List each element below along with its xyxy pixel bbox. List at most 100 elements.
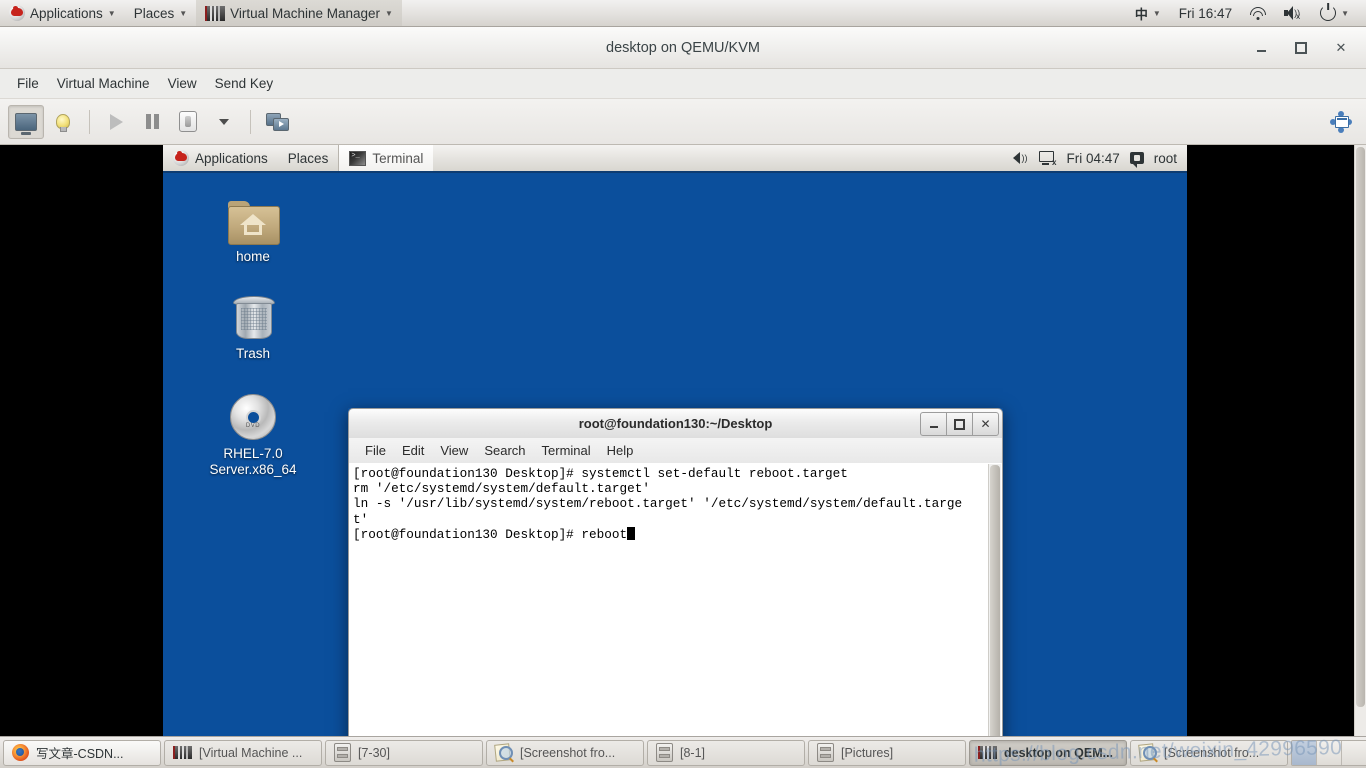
toolbar-snapshots-button[interactable] bbox=[260, 106, 294, 138]
terminal-prompt: [root@foundation130 Desktop]# bbox=[353, 526, 582, 542]
toolbar-shutdown-button[interactable] bbox=[171, 106, 205, 138]
terminal-maximize-button[interactable] bbox=[946, 412, 973, 436]
taskbar-item-desktop-on-qemu[interactable]: desktop on QEM... bbox=[969, 739, 1127, 766]
host-clock[interactable]: Fri 16:47 bbox=[1170, 0, 1241, 26]
vm-console-viewport[interactable]: Applications Places >_ Terminal )) x Fri… bbox=[0, 145, 1366, 736]
chevron-down-icon: ▼ bbox=[107, 9, 116, 18]
terminal-menu-help[interactable]: Help bbox=[599, 441, 642, 460]
workspace-cell-1[interactable] bbox=[1292, 740, 1317, 765]
play-icon bbox=[109, 113, 123, 130]
terminal-scrollbar-thumb[interactable] bbox=[990, 465, 1000, 736]
file-manager-icon bbox=[817, 743, 834, 762]
taskbar-item-label: [Pictures] bbox=[841, 745, 894, 760]
toolbar-separator bbox=[250, 109, 251, 134]
host-applications-menu[interactable]: Applications ▼ bbox=[0, 0, 125, 26]
terminal-window-title: root@foundation130:~/Desktop bbox=[578, 416, 773, 431]
vmm-menubar: File Virtual Machine View Send Key bbox=[0, 69, 1366, 99]
terminal-text: [root@foundation130 Desktop]# systemctl … bbox=[353, 466, 986, 542]
terminal-titlebar[interactable]: root@foundation130:~/Desktop ✕ bbox=[348, 408, 1003, 438]
workspace-cell-3[interactable] bbox=[1342, 741, 1366, 765]
taskbar-item-7-30[interactable]: [7-30] bbox=[325, 739, 483, 766]
terminal-line: rm '/etc/systemd/system/default.target' bbox=[353, 481, 650, 497]
chevron-down-icon: ▼ bbox=[179, 9, 188, 18]
workspace-cell-2[interactable] bbox=[1317, 740, 1342, 765]
terminal-menu-search[interactable]: Search bbox=[476, 441, 533, 460]
fullscreen-icon[interactable] bbox=[1330, 110, 1352, 133]
menu-file[interactable]: File bbox=[8, 73, 48, 94]
vmm-maximize-button[interactable] bbox=[1292, 39, 1310, 57]
screen-root: Applications ▼ Places ▼ Virtual Machine … bbox=[0, 0, 1366, 768]
terminal-close-button[interactable]: ✕ bbox=[972, 412, 999, 436]
power-switch-icon bbox=[179, 111, 197, 132]
network-indicator[interactable] bbox=[1241, 0, 1275, 26]
terminal-line: [root@foundation130 Desktop]# systemctl … bbox=[353, 466, 848, 481]
guest-applications-menu[interactable]: Applications bbox=[163, 145, 278, 171]
taskbar-item-label: [7-30] bbox=[358, 745, 390, 760]
terminal-menu-view[interactable]: View bbox=[432, 441, 476, 460]
host-clock-label: Fri 16:47 bbox=[1178, 5, 1233, 21]
volume-indicator[interactable]: )) x bbox=[1275, 0, 1311, 26]
host-active-app-menu[interactable]: Virtual Machine Manager ▼ bbox=[196, 0, 402, 26]
menu-virtual-machine[interactable]: Virtual Machine bbox=[48, 73, 159, 94]
terminal-menubar: File Edit View Search Terminal Help bbox=[348, 438, 1003, 463]
taskbar-item-screenshot-1[interactable]: [Screenshot fro... bbox=[486, 739, 644, 766]
terminal-menu-edit[interactable]: Edit bbox=[394, 441, 432, 460]
vm-viewport-scrollbar-thumb[interactable] bbox=[1356, 147, 1365, 707]
gnome-terminal-window: root@foundation130:~/Desktop ✕ File Edit… bbox=[348, 408, 1003, 736]
lightbulb-icon bbox=[56, 114, 70, 132]
red-hat-logo-icon bbox=[9, 5, 25, 21]
guest-window-list-terminal[interactable]: >_ Terminal bbox=[338, 145, 434, 171]
terminal-menu-file[interactable]: File bbox=[357, 441, 394, 460]
toolbar-pause-button[interactable] bbox=[135, 106, 169, 138]
trash-icon bbox=[188, 290, 318, 340]
virt-manager-window: desktop on QEMU/KVM ✕ File Virtual Machi… bbox=[0, 27, 1366, 736]
taskbar-item-screenshot-2[interactable]: [Screenshot fro... bbox=[1130, 739, 1288, 766]
toolbar-run-button[interactable] bbox=[99, 106, 133, 138]
terminal-minimize-button[interactable] bbox=[920, 412, 947, 436]
guest-user-label[interactable]: root bbox=[1154, 151, 1177, 166]
vmm-icon bbox=[978, 746, 997, 759]
input-method-indicator[interactable]: 中 ▼ bbox=[1126, 0, 1170, 26]
chevron-down-icon: ▼ bbox=[1152, 9, 1161, 18]
desktop-icon-rhel-dvd[interactable]: DVD RHEL-7.0 Server.x86_64 bbox=[188, 390, 318, 478]
system-menu[interactable]: ▼ bbox=[1311, 0, 1358, 26]
desktop-icon-trash[interactable]: Trash bbox=[188, 290, 318, 362]
taskbar-item-label: [Virtual Machine ... bbox=[199, 745, 303, 760]
host-places-menu[interactable]: Places ▼ bbox=[125, 0, 196, 26]
guest-clock[interactable]: Fri 04:47 bbox=[1066, 151, 1119, 166]
menu-view[interactable]: View bbox=[159, 73, 206, 94]
host-top-panel: Applications ▼ Places ▼ Virtual Machine … bbox=[0, 0, 1366, 27]
workspace-grid[interactable] bbox=[1291, 739, 1366, 766]
terminal-output-area[interactable]: [root@foundation130 Desktop]# systemctl … bbox=[348, 463, 1003, 736]
guest-places-menu[interactable]: Places bbox=[278, 145, 339, 171]
taskbar-item-8-1[interactable]: [8-1] bbox=[647, 739, 805, 766]
volume-icon[interactable]: )) bbox=[1013, 151, 1029, 165]
chevron-down-icon: ▼ bbox=[385, 9, 393, 18]
menu-send-key[interactable]: Send Key bbox=[206, 73, 283, 94]
vmm-minimize-button[interactable] bbox=[1252, 39, 1270, 57]
desktop-icon-label: RHEL-7.0 Server.x86_64 bbox=[209, 446, 297, 477]
workspace-switcher[interactable] bbox=[1291, 739, 1366, 766]
vmm-close-button[interactable]: ✕ bbox=[1332, 39, 1350, 57]
taskbar-item-pictures[interactable]: [Pictures] bbox=[808, 739, 966, 766]
toolbar-show-console-button[interactable] bbox=[8, 104, 44, 139]
vmm-window-title: desktop on QEMU/KVM bbox=[606, 39, 760, 56]
terminal-menu-terminal[interactable]: Terminal bbox=[534, 441, 599, 460]
vm-viewport-scrollbar[interactable] bbox=[1354, 145, 1366, 736]
vmm-titlebar: desktop on QEMU/KVM ✕ bbox=[0, 27, 1366, 69]
taskbar-item-firefox[interactable]: 写文章-CSDN... bbox=[3, 739, 161, 766]
toolbar-shutdown-menu-button[interactable] bbox=[207, 106, 241, 138]
terminal-scrollbar[interactable] bbox=[988, 464, 1001, 736]
desktop-icon-label: home bbox=[236, 249, 270, 264]
chevron-down-icon: ▼ bbox=[1341, 9, 1349, 18]
screenshot-icon bbox=[1138, 743, 1157, 762]
taskbar-item-virtual-machine-manager[interactable]: [Virtual Machine ... bbox=[164, 739, 322, 766]
toolbar-show-details-button[interactable] bbox=[46, 106, 80, 138]
network-disconnected-icon[interactable]: x bbox=[1039, 151, 1056, 167]
terminal-cursor bbox=[627, 526, 636, 540]
desktop-icon-home[interactable]: home bbox=[188, 193, 318, 265]
pause-icon bbox=[145, 114, 159, 129]
taskbar-item-label: [Screenshot fro... bbox=[1164, 745, 1260, 760]
home-folder-icon bbox=[188, 193, 318, 245]
host-taskbar: 写文章-CSDN... [Virtual Machine ... [7-30] … bbox=[0, 736, 1366, 768]
